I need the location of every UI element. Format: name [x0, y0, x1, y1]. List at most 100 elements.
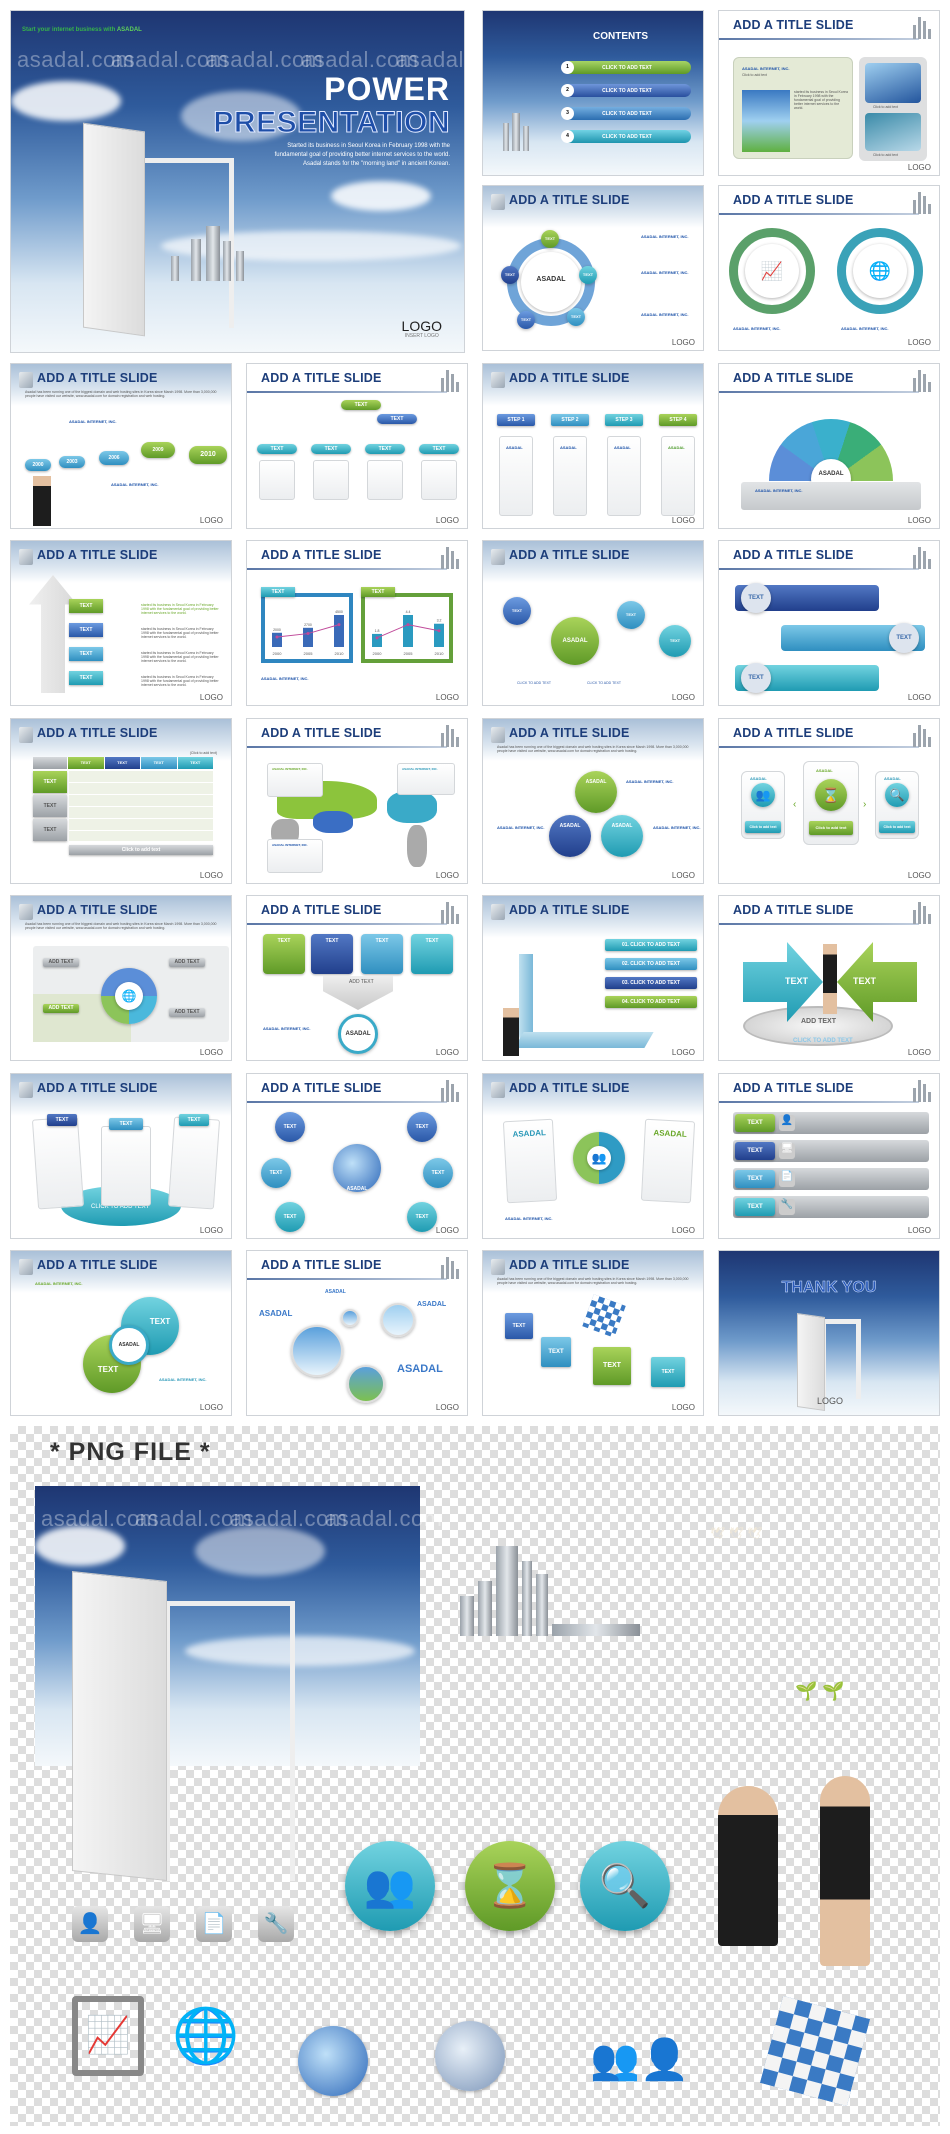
hub-node[interactable]: TEXT [423, 1158, 453, 1188]
contents-item[interactable]: 3 CLICK TO ADD TEXT [561, 107, 691, 120]
icon-row-label[interactable]: TEXT [735, 1170, 775, 1188]
step-2[interactable]: STEP 2 [551, 414, 589, 426]
org-top[interactable]: TEXT [341, 400, 381, 410]
platform-click-text[interactable]: CLICK TO ADD TEXT [793, 1038, 853, 1044]
slide-funnel[interactable]: ADD A TITLE SLIDE TEXT TEXT TEXT TEXT AD… [246, 895, 468, 1061]
slide-org-chart[interactable]: ADD A TITLE SLIDE TEXT TEXT TEXT TEXT TE… [246, 363, 468, 529]
card-button[interactable]: Click to add text [745, 821, 781, 833]
slide-process-flow[interactable]: ADD A TITLE SLIDE TEXT ASADAL TEXT TEXT … [482, 540, 704, 706]
slide-charts[interactable]: ADD A TITLE SLIDE TEXT 2000 2000 2005 2700 2… [246, 540, 468, 706]
card-button[interactable]: Click to add text [809, 821, 853, 835]
list-item-4[interactable]: 04. CLICK TO ADD TEXT [605, 996, 697, 1008]
slide-icon-rows[interactable]: ADD A TITLE SLIDE TEXT 👤 TEXT 🖥 TEXT 📄 T… [718, 1073, 940, 1239]
slide-network[interactable]: ADD A TITLE SLIDE ASADAL ASADAL ASADAL A… [246, 1250, 468, 1416]
funnel-card[interactable]: TEXT [263, 934, 305, 974]
add-text-button[interactable]: ADD TEXT [169, 958, 205, 967]
year-2009[interactable]: 2009 [141, 442, 175, 458]
org-node[interactable]: TEXT [365, 444, 405, 454]
thank-you-slide[interactable]: THANK YOU LOGO [718, 1250, 940, 1416]
add-text-button[interactable]: ADD TEXT [43, 958, 79, 967]
step-4[interactable]: STEP 4 [659, 414, 697, 426]
hub-node[interactable]: TEXT [275, 1112, 305, 1142]
slide-icon-cards[interactable]: ADD A TITLE SLIDE ASADAL 👥 Click to add … [718, 718, 940, 884]
slide-semicircle[interactable]: ADD A TITLE SLIDE ASADAL ASADAL INTERNET… [718, 363, 940, 529]
add-text-button[interactable]: ADD TEXT [169, 1008, 205, 1017]
step-3[interactable]: STEP 3 [605, 414, 643, 426]
flow-center[interactable]: ASADAL [551, 617, 599, 665]
cube-box[interactable]: TEXT [541, 1337, 571, 1367]
add-text-button[interactable]: ADD TEXT [43, 1004, 79, 1013]
venn-circle-2[interactable]: ASADAL [549, 815, 591, 857]
table-footer[interactable]: Click to add text [69, 845, 213, 855]
stack-step-4[interactable]: TEXT [69, 599, 103, 613]
org-node[interactable]: TEXT [257, 444, 297, 454]
slide-arrow-list[interactable]: ADD A TITLE SLIDE 01. CLICK TO ADD TEXT … [482, 895, 704, 1061]
slide-three-cards[interactable]: ADD A TITLE SLIDE CLICK TO ADD TEXT TEXT… [10, 1073, 232, 1239]
slide-text-bars[interactable]: ADD A TITLE SLIDE TEXT TEXT TEXT LOGO [718, 540, 940, 706]
hub-node[interactable]: TEXT [261, 1158, 291, 1188]
list-item-1[interactable]: 01. CLICK TO ADD TEXT [605, 939, 697, 951]
year-2010[interactable]: 2010 [189, 446, 227, 464]
slide-timeline[interactable]: ADD A TITLE SLIDE Asadal has been runnin… [10, 363, 232, 529]
stack-step-2[interactable]: TEXT [69, 647, 103, 661]
stack-step-1[interactable]: TEXT [69, 671, 103, 685]
slide-quadrant[interactable]: ADD A TITLE SLIDE Asadal has been runnin… [10, 895, 232, 1061]
org-node[interactable]: TEXT [311, 444, 351, 454]
hub-node[interactable]: TEXT [407, 1202, 437, 1232]
stack-step-3[interactable]: TEXT [69, 623, 103, 637]
cube-box[interactable]: TEXT [505, 1313, 533, 1339]
list-item-2[interactable]: 02. CLICK TO ADD TEXT [605, 958, 697, 970]
icon-row-label[interactable]: TEXT [735, 1114, 775, 1132]
contents-item[interactable]: 1 CLICK TO ADD TEXT [561, 61, 691, 74]
cycle-node[interactable]: TEXT [517, 311, 535, 329]
slide-dual-cycle[interactable]: ADD A TITLE SLIDE 📈 🌐 ASADAL INTERNET, I… [718, 185, 940, 351]
funnel-center[interactable]: ASADAL [338, 1014, 378, 1054]
slide-logo: LOGO [907, 516, 931, 525]
cycle-node[interactable]: TEXT [567, 308, 585, 326]
funnel-card[interactable]: TEXT [361, 934, 403, 974]
card-button[interactable]: Click to add text [879, 821, 915, 833]
list-item-3[interactable]: 03. CLICK TO ADD TEXT [605, 977, 697, 989]
hub-node[interactable]: TEXT [275, 1202, 305, 1232]
icon-row-label[interactable]: TEXT [735, 1198, 775, 1216]
slide-image-company[interactable]: ADD A TITLE SLIDE ASADAL INTERNET, INC. … [718, 10, 940, 176]
overlap-center[interactable]: ASADAL [109, 1325, 149, 1365]
cube-box[interactable]: TEXT [593, 1347, 631, 1385]
slide-cycle-arrows[interactable]: ADD A TITLE SLIDE ASADAL ASADAL 👥 ASADAL… [482, 1073, 704, 1239]
contents-item[interactable]: 4 CLICK TO ADD TEXT [561, 130, 691, 143]
contents-item[interactable]: 2 CLICK TO ADD TEXT [561, 84, 691, 97]
arrow-right-icon[interactable]: › [863, 799, 866, 810]
funnel-card[interactable]: TEXT [311, 934, 353, 974]
slide-steps[interactable]: ADD A TITLE SLIDE STEP 1 STEP 2 STEP 3 S… [482, 363, 704, 529]
cube-box[interactable]: TEXT [651, 1357, 685, 1387]
venn-circle-3[interactable]: ASADAL [601, 815, 643, 857]
org-node[interactable]: TEXT [419, 444, 459, 454]
arrow-left-icon[interactable]: ‹ [793, 799, 796, 810]
year-2003[interactable]: 2003 [59, 456, 85, 468]
slide-table[interactable]: ADD A TITLE SLIDE (Click to add text) TE… [10, 718, 232, 884]
icon-row-label[interactable]: TEXT [735, 1142, 775, 1160]
step-1[interactable]: STEP 1 [497, 414, 535, 426]
cycle-node[interactable]: TEXT [501, 266, 519, 284]
flow-node[interactable]: TEXT [503, 597, 531, 625]
slide-world-map[interactable]: ADD A TITLE SLIDE ASADAL INTERNET, INC. … [246, 718, 468, 884]
cover-slide[interactable]: asadal.com asadal.com asadal.com asadal.… [10, 10, 465, 353]
slide-cycle[interactable]: ADD A TITLE SLIDE ASADAL TEXT TEXT TEXT … [482, 185, 704, 351]
cycle-node[interactable]: TEXT [541, 230, 559, 248]
year-2000[interactable]: 2000 [25, 459, 51, 471]
slide-stacked-steps[interactable]: ADD A TITLE SLIDE TEXT TEXT TEXT TEXT st… [10, 540, 232, 706]
slide-cubes[interactable]: ADD A TITLE SLIDE Asadal has been runnin… [482, 1250, 704, 1416]
slide-hub[interactable]: ADD A TITLE SLIDE TEXT TEXT TEXT TEXT TE… [246, 1073, 468, 1239]
funnel-card[interactable]: TEXT [411, 934, 453, 974]
slide-overlap-circles[interactable]: ADD A TITLE SLIDE ASADAL INTERNET, INC. … [10, 1250, 232, 1416]
org-side[interactable]: TEXT [377, 414, 417, 424]
cycle-node[interactable]: TEXT [579, 266, 597, 284]
hub-node[interactable]: TEXT [407, 1112, 437, 1142]
venn-circle-1[interactable]: ASADAL [575, 771, 617, 813]
flow-node[interactable]: TEXT [617, 601, 645, 629]
slide-venn[interactable]: ADD A TITLE SLIDE Asadal has been runnin… [482, 718, 704, 884]
slide-converging-arrows[interactable]: ADD A TITLE SLIDE TEXT TEXT ADD TEXT CLI… [718, 895, 940, 1061]
contents-slide[interactable]: CONTENTS 1 CLICK TO ADD TEXT 2 CLICK TO … [482, 10, 704, 176]
year-2006[interactable]: 2006 [99, 451, 129, 465]
flow-node[interactable]: TEXT [659, 625, 691, 657]
